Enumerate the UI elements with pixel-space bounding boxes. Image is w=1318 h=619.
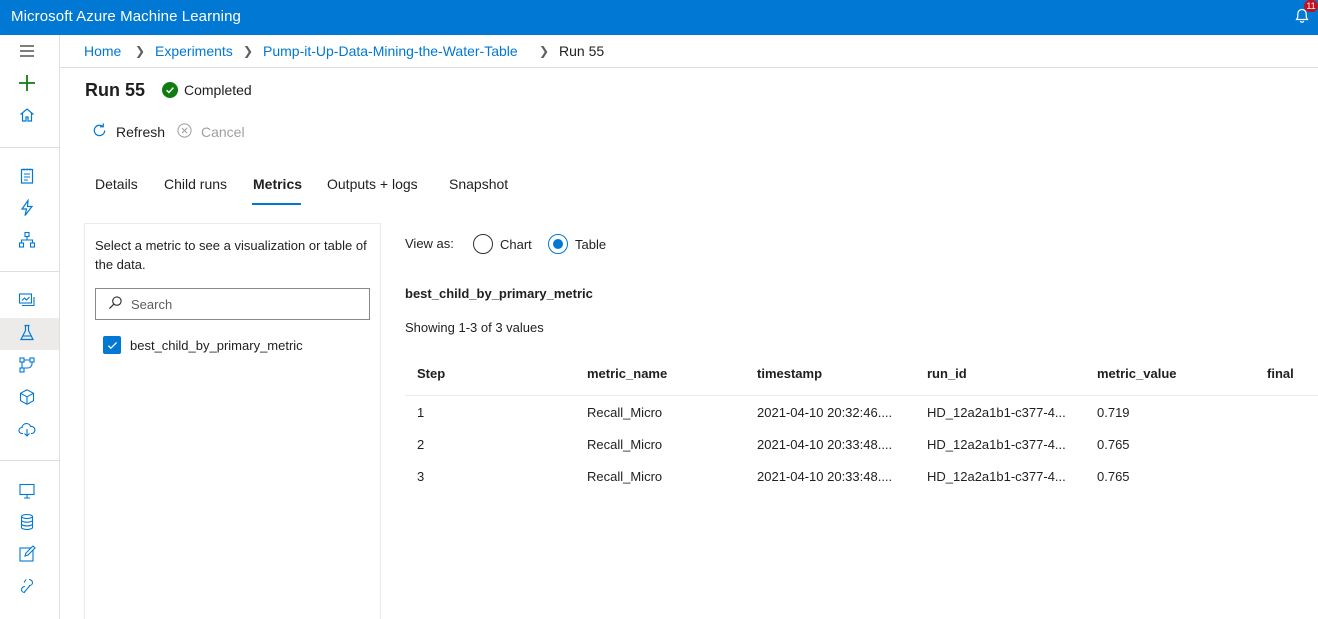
experiments-flask-icon[interactable] [17,323,37,343]
plus-icon[interactable] [17,73,37,93]
compute-monitor-icon[interactable] [17,481,37,501]
table-cell: HD_12a2a1b1-c377-4... [927,437,1066,452]
cancel-button[interactable]: Cancel [176,122,245,142]
notebook-icon[interactable] [17,166,37,186]
table-row[interactable]: 3 Recall_Micro 2021-04-10 20:33:48.... H… [405,461,1318,493]
datasets-icon[interactable] [17,290,37,310]
check-circle-icon [162,82,178,98]
metrics-panel-description: Select a metric to see a visualization o… [95,238,367,272]
endpoints-cloud-icon[interactable] [17,419,37,439]
column-header[interactable]: metric_name [587,358,667,390]
page-title: Run 55 [85,80,146,100]
chevron-right-icon: ❯ [539,44,550,58]
table-row[interactable]: 1 Recall_Micro 2021-04-10 20:32:46.... H… [405,397,1318,429]
left-nav [0,35,60,619]
table-cell: 0.719 [1097,405,1130,420]
table-cell: 2021-04-10 20:33:48.... [757,437,893,452]
breadcrumb-current-run: Run 55 [559,43,605,59]
cancel-label: Cancel [201,124,245,140]
linked-services-icon[interactable] [17,576,37,596]
notification-badge: 11 [1304,0,1318,12]
pipelines-icon[interactable] [17,355,37,375]
hamburger-menu-icon[interactable] [17,41,37,61]
radio-button[interactable] [473,234,493,254]
breadcrumb-experiment-name[interactable]: Pump-it-Up-Data-Mining-the-Water-Table [263,43,518,59]
column-header[interactable]: timestamp [757,358,822,390]
nav-divider [0,460,59,461]
nav-divider [0,271,59,272]
search-icon [108,295,123,313]
tab-outputs-logs[interactable]: Outputs + logs [327,176,418,192]
table-cell: 1 [417,405,425,420]
showing-count: Showing 1-3 of 3 values [405,320,544,335]
top-bar: Microsoft Azure Machine Learning 11 [0,0,1318,35]
table-cell: HD_12a2a1b1-c377-4... [927,469,1066,484]
home-icon[interactable] [17,105,37,125]
chevron-right-icon: ❯ [243,44,254,58]
metrics-list-panel: Select a metric to see a visualization o… [84,223,381,619]
column-header[interactable]: final [1267,358,1294,390]
table-cell: Recall_Micro [587,405,663,420]
checkbox-checked[interactable] [103,336,121,354]
view-option-label: Table [575,236,607,252]
cancel-circle-icon [176,122,193,142]
app-title: Microsoft Azure Machine Learning [11,8,241,25]
metric-list-item[interactable]: best_child_by_primary_metric [103,336,303,354]
automated-ml-icon[interactable] [17,198,37,218]
column-header[interactable]: run_id [927,358,967,390]
table-cell: Recall_Micro [587,437,663,452]
radio-button-selected[interactable] [548,234,568,254]
active-tab-indicator [252,203,301,205]
table-cell: 2 [417,437,425,452]
metric-name-heading: best_child_by_primary_metric [405,286,593,301]
designer-icon[interactable] [17,230,37,250]
column-header[interactable]: metric_value [1097,358,1177,390]
breadcrumb-home[interactable]: Home [84,43,121,59]
tab-snapshot[interactable]: Snapshot [449,176,508,192]
metric-values-table: Step metric_name timestamp run_id metric… [405,358,1318,493]
status-badge: Completed [162,82,252,98]
nav-divider [0,147,59,148]
tab-metrics[interactable]: Metrics [253,176,302,192]
models-cube-icon[interactable] [17,387,37,407]
chevron-right-icon: ❯ [135,44,146,58]
column-header[interactable]: Step [417,358,445,390]
table-cell: 0.765 [1097,437,1130,452]
table-header-row: Step metric_name timestamp run_id metric… [405,358,1318,396]
breadcrumb-experiments[interactable]: Experiments [155,43,233,59]
table-cell: HD_12a2a1b1-c377-4... [927,405,1066,420]
table-cell: 2021-04-10 20:33:48.... [757,469,893,484]
table-row[interactable]: 2 Recall_Micro 2021-04-10 20:33:48.... H… [405,429,1318,461]
view-as-label: View as: [405,236,454,251]
search-input[interactable] [131,296,361,312]
refresh-label: Refresh [116,124,166,140]
view-option-table[interactable]: Table [548,234,606,254]
metric-item-label: best_child_by_primary_metric [130,337,303,353]
view-option-chart[interactable]: Chart [473,234,532,254]
tab-child-runs[interactable]: Child runs [164,176,227,192]
data-labeling-icon[interactable] [17,544,37,564]
table-cell: 3 [417,469,425,484]
tab-details[interactable]: Details [95,176,138,192]
datastores-icon[interactable] [17,512,37,532]
table-cell: 2021-04-10 20:32:46.... [757,405,893,420]
refresh-button[interactable]: Refresh [91,122,165,142]
metric-search-box[interactable] [95,288,370,320]
table-cell: 0.765 [1097,469,1130,484]
refresh-icon [91,122,108,142]
table-cell: Recall_Micro [587,469,663,484]
view-option-label: Chart [500,236,532,252]
breadcrumb: Home ❯ Experiments ❯ Pump-it-Up-Data-Min… [60,35,1318,68]
status-label: Completed [184,82,252,98]
